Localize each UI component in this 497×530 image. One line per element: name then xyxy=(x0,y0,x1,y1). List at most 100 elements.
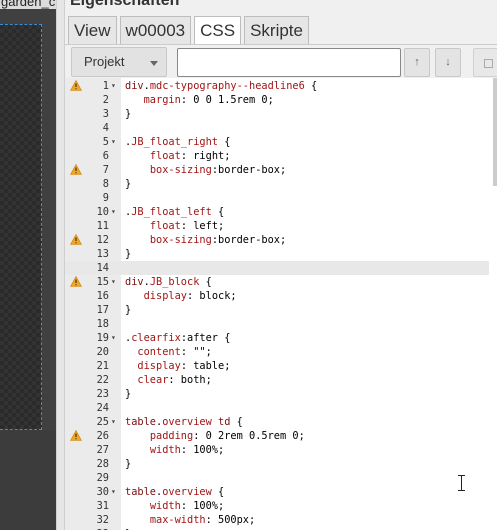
line-number: 9 xyxy=(102,192,109,204)
code-line[interactable]: 17} xyxy=(65,303,489,317)
code-line[interactable]: 20 content: ""; xyxy=(65,345,489,359)
line-number: 16 xyxy=(96,290,109,302)
previous-button[interactable]: ↑ xyxy=(404,48,430,77)
code-line[interactable]: 25 ▾ table.overview td { xyxy=(65,415,489,429)
line-number: 8 xyxy=(102,178,109,190)
canvas-pane[interactable]: garden_c xyxy=(0,0,56,530)
code-text: max-width: 500px; xyxy=(149,514,256,526)
code-line[interactable]: 4 xyxy=(65,121,489,135)
line-number: 18 xyxy=(96,318,109,330)
code-line[interactable]: 15 ▾ div.JB_block { xyxy=(65,275,489,289)
line-number: 3 xyxy=(102,108,109,120)
pane-splitter[interactable] xyxy=(56,0,65,530)
tab-scripts[interactable]: Skripte xyxy=(244,16,309,44)
fold-toggle-icon[interactable]: ▾ xyxy=(111,135,119,149)
warning-icon[interactable] xyxy=(70,234,82,245)
next-button[interactable]: ↓ xyxy=(435,48,461,77)
warning-icon[interactable] xyxy=(70,164,82,175)
code-line[interactable]: 30 ▾ table.overview { xyxy=(65,485,489,499)
properties-panel: Eigenschaften View w00003 CSS Skripte Pr… xyxy=(65,0,497,530)
fold-toggle-icon[interactable]: ▾ xyxy=(111,205,119,219)
code-line[interactable]: 3} xyxy=(65,107,489,121)
code-line[interactable]: 5 ▾ .JB_float_right { xyxy=(65,135,489,149)
code-line[interactable]: 22 clear: both; xyxy=(65,373,489,387)
line-number: 1 xyxy=(102,80,109,92)
code-text: } xyxy=(125,304,132,316)
code-text: float: left; xyxy=(149,220,225,232)
line-number: 4 xyxy=(102,122,109,134)
code-line[interactable]: 21 display: table; xyxy=(65,359,489,373)
code-line[interactable]: 11 float: left; xyxy=(65,219,489,233)
code-line[interactable]: 10 ▾ .JB_float_left { xyxy=(65,205,489,219)
code-line[interactable]: 18 xyxy=(65,317,489,331)
scope-select[interactable]: Projekt xyxy=(71,47,167,77)
code-line[interactable]: 2 margin: 0 0 1.5rem 0; xyxy=(65,93,489,107)
code-line[interactable]: 19 ▾ .clearfix:after { xyxy=(65,331,489,345)
code-line[interactable]: 28} xyxy=(65,457,489,471)
warning-icon[interactable] xyxy=(70,80,82,91)
code-line[interactable]: 12 box-sizing:border-box; xyxy=(65,233,489,247)
fold-toggle-icon[interactable]: ▾ xyxy=(111,275,119,289)
code-line[interactable]: 14 xyxy=(65,261,489,275)
tab-css[interactable]: CSS xyxy=(194,16,242,44)
panel-title: Eigenschaften xyxy=(70,0,180,9)
fold-toggle-icon[interactable]: ▾ xyxy=(111,331,119,345)
tab-view[interactable]: View xyxy=(68,16,117,44)
fold-toggle-icon[interactable]: ▾ xyxy=(111,79,119,93)
canvas-bottom xyxy=(0,430,56,530)
code-text: .clearfix:after { xyxy=(125,332,231,344)
code-line[interactable]: 1 ▾ div.mdc-typography--headline6 { xyxy=(65,79,489,93)
square-icon xyxy=(484,59,493,68)
code-line[interactable]: 29 xyxy=(65,471,489,485)
line-number: 32 xyxy=(96,514,109,526)
line-number: 5 xyxy=(102,136,109,148)
code-text: box-sizing:border-box; xyxy=(149,234,287,246)
warning-icon[interactable] xyxy=(70,430,82,441)
code-line[interactable]: 31 width: 100%; xyxy=(65,499,489,513)
code-text: display: block; xyxy=(143,290,237,302)
code-line[interactable]: 7 box-sizing:border-box; xyxy=(65,163,489,177)
canvas-selection[interactable] xyxy=(0,24,42,430)
code-text: padding: 0 2rem 0.5rem 0; xyxy=(149,430,305,442)
code-line[interactable]: 23} xyxy=(65,387,489,401)
code-text: table.overview td { xyxy=(125,416,243,428)
code-text: } xyxy=(125,248,132,260)
code-line[interactable]: 6 float: right; xyxy=(65,149,489,163)
code-text: float: right; xyxy=(149,150,231,162)
code-line[interactable]: 13} xyxy=(65,247,489,261)
code-text: } xyxy=(125,108,132,120)
editor-scrollbar[interactable] xyxy=(493,78,497,186)
line-number: 24 xyxy=(96,402,109,414)
line-number: 10 xyxy=(96,206,109,218)
line-number: 26 xyxy=(96,430,109,442)
code-text: box-sizing:border-box; xyxy=(149,164,287,176)
arrow-up-icon: ↑ xyxy=(414,56,420,68)
code-text: .JB_float_right { xyxy=(125,136,231,148)
line-number: 7 xyxy=(102,164,109,176)
line-number: 27 xyxy=(96,444,109,456)
css-editor[interactable]: 1 ▾ div.mdc-typography--headline6 {2 margi… xyxy=(65,78,497,530)
search-input[interactable] xyxy=(177,48,401,77)
fold-toggle-icon[interactable]: ▾ xyxy=(111,485,119,499)
code-text: clear: both; xyxy=(137,374,212,386)
line-number: 30 xyxy=(96,486,109,498)
fold-toggle-icon[interactable]: ▾ xyxy=(111,415,119,429)
code-line[interactable]: 27 width: 100%; xyxy=(65,443,489,457)
canvas-title: garden_c xyxy=(0,0,56,9)
code-line[interactable]: 32 max-width: 500px; xyxy=(65,513,489,527)
code-line[interactable]: 26 padding: 0 2rem 0.5rem 0; xyxy=(65,429,489,443)
tab-bar: View w00003 CSS Skripte xyxy=(68,16,309,44)
code-text: content: ""; xyxy=(137,346,212,358)
arrow-down-icon: ↓ xyxy=(445,56,451,68)
scope-select-value: Projekt xyxy=(84,54,125,69)
code-line[interactable]: 9 xyxy=(65,191,489,205)
toggle-button[interactable] xyxy=(473,48,497,77)
code-line[interactable]: 8} xyxy=(65,177,489,191)
code-text: } xyxy=(125,458,132,470)
line-number: 14 xyxy=(96,262,109,274)
code-line[interactable]: 24 xyxy=(65,401,489,415)
tab-widget[interactable]: w00003 xyxy=(119,16,192,44)
warning-icon[interactable] xyxy=(70,276,82,287)
line-number: 28 xyxy=(96,458,109,470)
code-line[interactable]: 16 display: block; xyxy=(65,289,489,303)
